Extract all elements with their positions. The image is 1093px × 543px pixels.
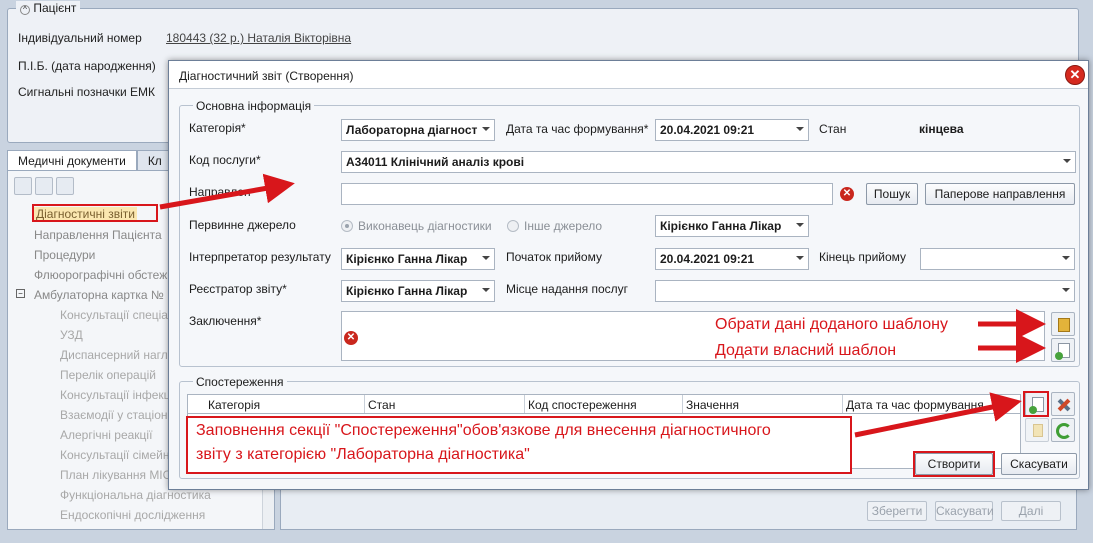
annotation-note-line1: Заповнення секції "Спостереження"обов'яз… <box>196 422 771 439</box>
annotation-observations-note: Заповнення секції "Спостереження"обов'яз… <box>186 416 852 474</box>
annotation-note-line2: звіту з категорією "Лабораторна діагност… <box>196 446 530 463</box>
annotation-add-template: Додати власний шаблон <box>715 342 897 359</box>
highlight-diagnostic-reports <box>32 204 158 222</box>
annotation-arrow <box>159 173 295 210</box>
annotation-select-template: Обрати дані доданого шаблону <box>715 316 948 333</box>
annotation-arrow <box>854 392 1022 438</box>
highlight-create-button <box>913 451 995 477</box>
highlight-add-observation <box>1023 391 1049 417</box>
